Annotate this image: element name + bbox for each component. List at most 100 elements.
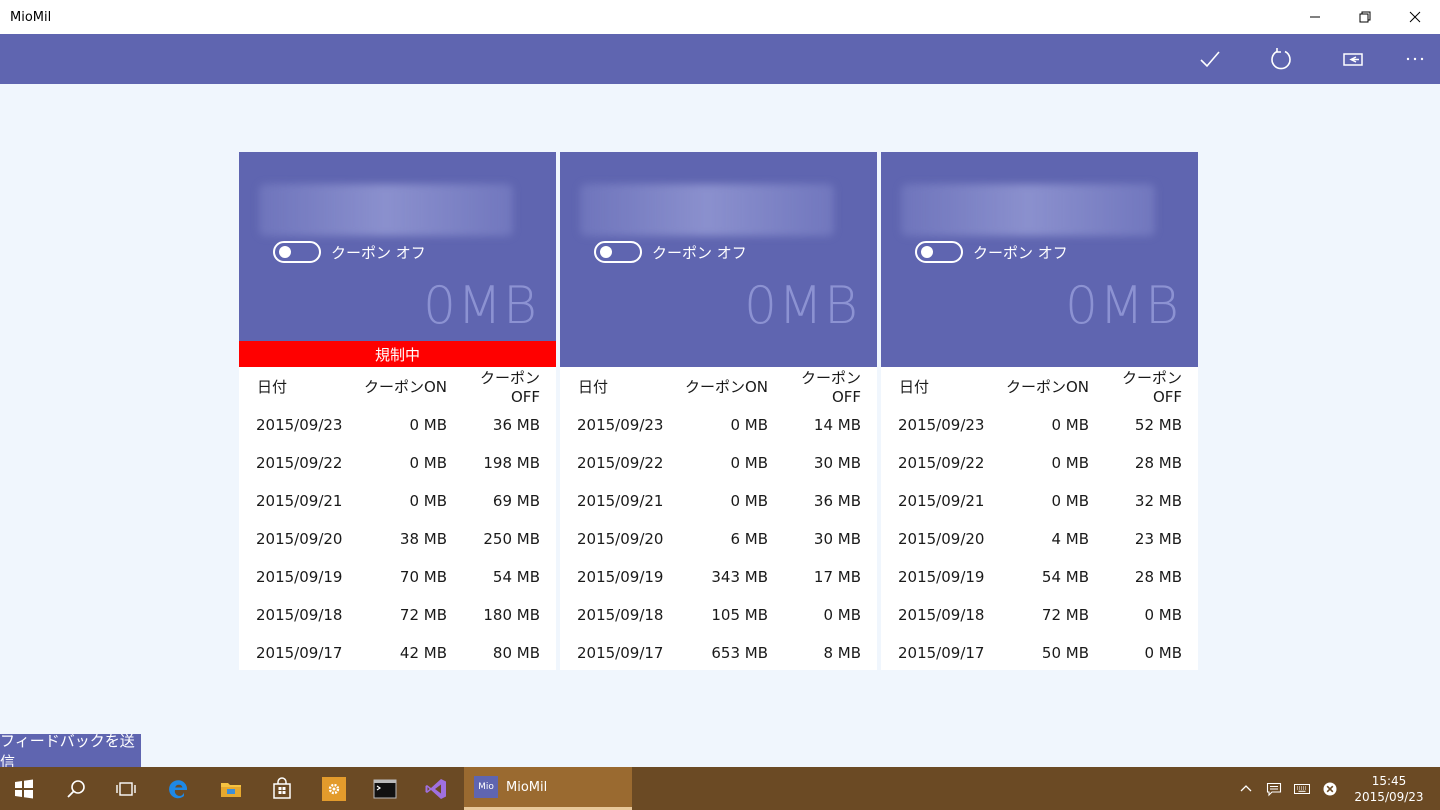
cell-coupon-off: 30 MB <box>813 454 861 472</box>
clock[interactable]: 15:45 2015/09/23 <box>1344 773 1434 805</box>
cell-coupon-off: 54 MB <box>492 568 540 586</box>
cell-date: 2015/09/20 <box>898 530 985 548</box>
header-coupon-on: クーポンON <box>1005 378 1089 396</box>
coupon-toggle[interactable] <box>273 241 321 263</box>
taskbar-app-label: MioMil <box>506 779 548 795</box>
table-row: 2015/09/23 0 MB 14 MB <box>560 406 877 444</box>
network-icon <box>1323 782 1337 795</box>
cell-date: 2015/09/22 <box>898 454 985 472</box>
network-button[interactable] <box>1316 767 1344 810</box>
cell-coupon-off: 30 MB <box>813 530 861 548</box>
table-row: 2015/09/21 0 MB 36 MB <box>560 482 877 520</box>
table-row: 2015/09/18 105 MB 0 MB <box>560 596 877 634</box>
cell-coupon-on: 4 MB <box>1051 530 1089 548</box>
settings-app-button[interactable] <box>310 767 358 810</box>
title-bar: MioMil <box>0 0 1440 34</box>
send-feedback-button[interactable]: フィードバックを送信 <box>0 732 141 771</box>
cell-date: 2015/09/23 <box>577 416 664 434</box>
cell-coupon-off: 0 MB <box>1144 644 1182 662</box>
cell-coupon-off: 0 MB <box>823 606 861 624</box>
action-center-button[interactable] <box>1260 767 1288 810</box>
apply-button[interactable] <box>1185 34 1235 84</box>
cell-coupon-off: 8 MB <box>823 644 861 662</box>
table-header: 日付 クーポンON クーポンOFF <box>239 367 556 406</box>
blurred-phone-number <box>259 184 513 236</box>
cell-coupon-off: 28 MB <box>1134 454 1182 472</box>
blurred-phone-number <box>580 184 834 236</box>
table-row: 2015/09/20 6 MB 30 MB <box>560 520 877 558</box>
coupon-toggle[interactable] <box>915 241 963 263</box>
cell-date: 2015/09/19 <box>898 568 985 586</box>
table-row: 2015/09/17 653 MB 8 MB <box>560 634 877 672</box>
store-button[interactable] <box>258 767 306 810</box>
task-view-button[interactable] <box>102 767 150 810</box>
coupon-toggle[interactable] <box>594 241 642 263</box>
cell-coupon-on: 343 MB <box>711 568 768 586</box>
cell-coupon-on: 72 MB <box>1041 606 1089 624</box>
more-button[interactable] <box>1390 34 1440 84</box>
restricted-banner: 規制中 <box>239 341 556 367</box>
cell-coupon-on: 42 MB <box>399 644 447 662</box>
toggle-knob <box>600 246 612 258</box>
restore-button[interactable] <box>1340 0 1390 34</box>
minimize-button[interactable] <box>1290 0 1340 34</box>
visual-studio-button[interactable] <box>412 767 460 810</box>
cell-coupon-off: 0 MB <box>1144 606 1182 624</box>
table-row: 2015/09/17 50 MB 0 MB <box>881 634 1198 672</box>
table-row: 2015/09/22 0 MB 198 MB <box>239 444 556 482</box>
cell-date: 2015/09/18 <box>577 606 664 624</box>
terminal-button[interactable] <box>361 767 409 810</box>
cell-date: 2015/09/18 <box>898 606 985 624</box>
card-header: クーポン オフ 0MB 規制中 <box>239 152 556 367</box>
close-button[interactable] <box>1390 0 1440 34</box>
cell-date: 2015/09/21 <box>256 492 343 510</box>
settings-app-icon <box>322 776 346 801</box>
cell-date: 2015/09/22 <box>577 454 664 472</box>
start-button[interactable] <box>0 767 48 810</box>
file-explorer-button[interactable] <box>207 767 255 810</box>
search-icon <box>67 779 85 798</box>
cell-coupon-on: 653 MB <box>711 644 768 662</box>
usage-table: 日付 クーポンON クーポンOFF 2015/09/23 0 MB 14 MB 20… <box>560 367 877 672</box>
cell-coupon-on: 70 MB <box>399 568 447 586</box>
system-tray: 15:45 2015/09/23 <box>1232 767 1440 810</box>
table-row: 2015/09/20 38 MB 250 MB <box>239 520 556 558</box>
cell-coupon-on: 0 MB <box>409 416 447 434</box>
cell-coupon-on: 0 MB <box>409 492 447 510</box>
taskbar-app-miomil[interactable]: Mio MioMil <box>464 767 632 810</box>
show-hidden-icons-button[interactable] <box>1232 767 1260 810</box>
cell-coupon-off: 14 MB <box>813 416 861 434</box>
table-row: 2015/09/21 0 MB 32 MB <box>881 482 1198 520</box>
cell-date: 2015/09/23 <box>898 416 985 434</box>
table-row: 2015/09/21 0 MB 69 MB <box>239 482 556 520</box>
cell-coupon-off: 52 MB <box>1134 416 1182 434</box>
clock-date: 2015/09/23 <box>1354 789 1424 804</box>
header-date: 日付 <box>899 378 930 396</box>
cell-coupon-off: 32 MB <box>1134 492 1182 510</box>
window-controls <box>1290 0 1440 34</box>
blurred-phone-number <box>901 184 1155 236</box>
cell-coupon-on: 105 MB <box>711 606 768 624</box>
header-coupon-on: クーポンON <box>684 378 768 396</box>
sim-cards: クーポン オフ 0MB 規制中 日付 クーポンON クーポンOFF 2015/0… <box>239 152 1198 670</box>
table-row: 2015/09/20 4 MB 23 MB <box>881 520 1198 558</box>
taskbar: Mio MioMil 15:45 2015/09/23 <box>0 767 1440 810</box>
search-button[interactable] <box>52 767 100 810</box>
table-row: 2015/09/18 72 MB 0 MB <box>881 596 1198 634</box>
start-icon <box>15 779 33 798</box>
sim-button[interactable] <box>1328 34 1378 84</box>
cell-coupon-off: 28 MB <box>1134 568 1182 586</box>
table-row: 2015/09/19 54 MB 28 MB <box>881 558 1198 596</box>
card-header: クーポン オフ 0MB <box>881 152 1198 367</box>
action-center-icon <box>1266 782 1282 796</box>
remaining-usage: 0MB <box>744 276 859 336</box>
cell-coupon-on: 0 MB <box>1051 454 1089 472</box>
touch-keyboard-button[interactable] <box>1288 767 1316 810</box>
cell-coupon-off: 198 MB <box>483 454 540 472</box>
cell-coupon-on: 6 MB <box>730 530 768 548</box>
refresh-button[interactable] <box>1256 34 1306 84</box>
edge-button[interactable] <box>155 767 203 810</box>
app-bar <box>0 34 1440 84</box>
table-row: 2015/09/22 0 MB 30 MB <box>560 444 877 482</box>
table-row: 2015/09/18 72 MB 180 MB <box>239 596 556 634</box>
